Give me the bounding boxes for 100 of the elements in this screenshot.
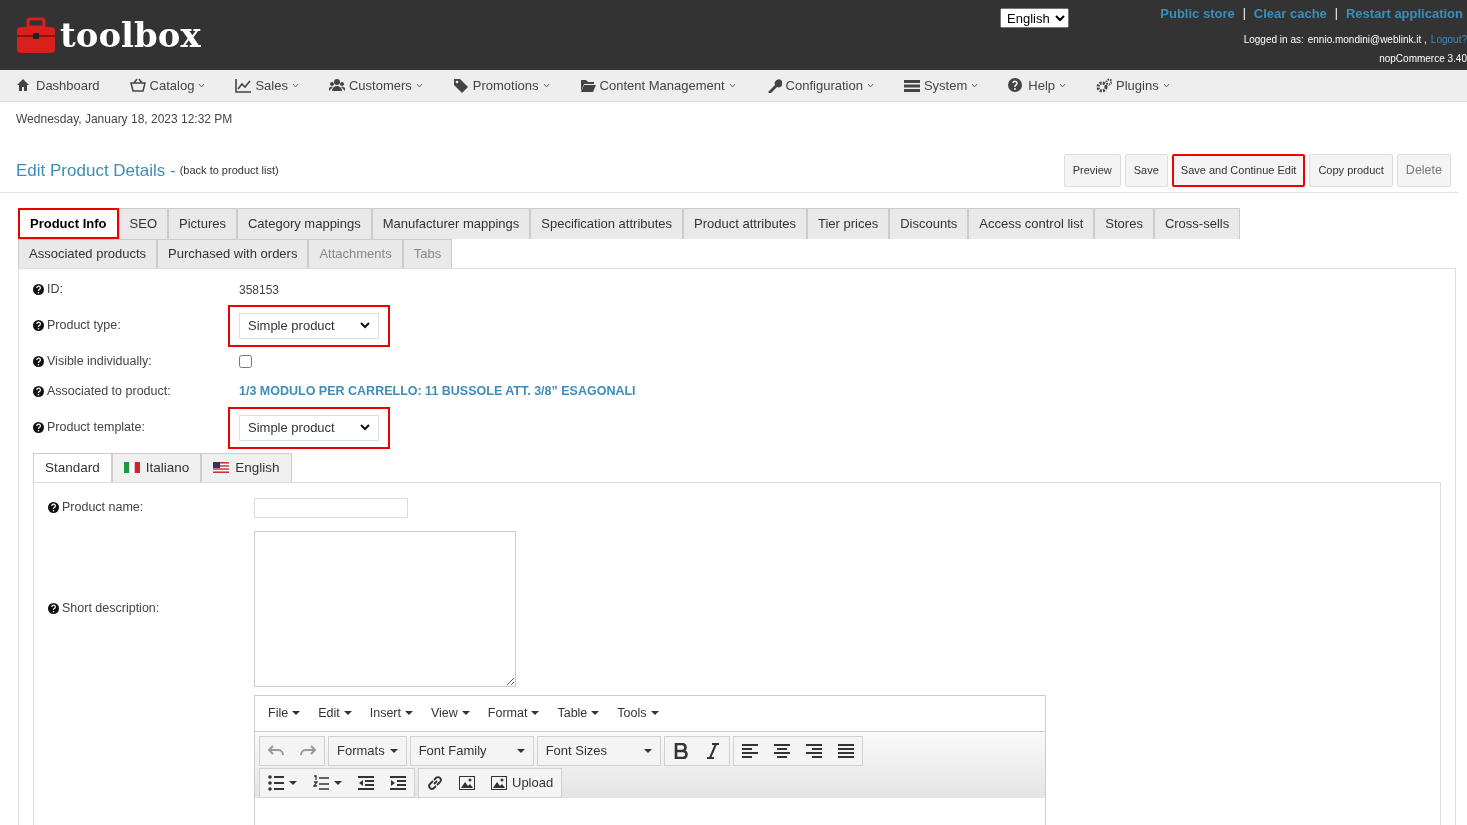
menu-item[interactable]: System xyxy=(903,75,979,96)
menu-item[interactable]: Catalog xyxy=(129,75,206,96)
tab[interactable]: Access control list xyxy=(968,207,1095,239)
tab[interactable]: Associated products xyxy=(18,239,158,268)
italy-flag-icon xyxy=(123,462,140,474)
help-icon xyxy=(48,502,59,514)
editor-menu[interactable]: Tools xyxy=(608,703,668,723)
tab[interactable]: SEO xyxy=(118,207,168,239)
menu-item[interactable]: Sales xyxy=(235,75,299,96)
select-field[interactable]: Simple product xyxy=(239,414,379,441)
help-icon xyxy=(33,386,44,397)
menu-item[interactable]: Dashboard xyxy=(16,75,100,96)
tags-icon xyxy=(452,78,469,93)
field-label: ID: xyxy=(47,281,63,299)
help-icon xyxy=(33,284,44,295)
logo-text: toolbox xyxy=(60,18,201,52)
text-input[interactable] xyxy=(254,497,408,518)
help-icon xyxy=(33,356,44,367)
chevron-down-icon xyxy=(360,424,370,431)
tab[interactable]: Specification attributes xyxy=(530,207,684,239)
editor-button[interactable]: Font Sizes xyxy=(537,736,660,765)
toolbar-button[interactable]: Save xyxy=(1124,154,1168,187)
product-link[interactable]: 1/3 MODULO PER CARRELLO: 11 BUSSOLE ATT. 3/8” ESAGONALI xyxy=(239,382,636,401)
logout-link[interactable]: Logout? xyxy=(1430,31,1467,47)
date-text: Wednesday, January 18, 2023 12:32 PM xyxy=(15,111,234,128)
menu-item[interactable]: Content Management xyxy=(579,75,736,96)
tab[interactable]: Discounts xyxy=(889,207,969,239)
tab[interactable]: Stores xyxy=(1094,207,1154,239)
tab[interactable]: Tier prices xyxy=(807,207,890,239)
align-left-icon xyxy=(741,742,758,759)
align-right-icon xyxy=(805,742,822,759)
line-chart-icon xyxy=(235,78,252,93)
page-title: Edit Product Details - xyxy=(16,159,176,182)
tab[interactable]: Purchased with orders xyxy=(157,239,309,268)
image-icon xyxy=(491,774,507,791)
image-icon xyxy=(459,774,475,791)
menu-item[interactable]: Configuration xyxy=(765,75,874,96)
link-icon xyxy=(427,774,443,791)
editor-menu[interactable]: Table xyxy=(548,703,609,723)
tab[interactable]: Cross-sells xyxy=(1153,207,1241,239)
indent-icon xyxy=(390,774,406,791)
toolbox-logo-icon xyxy=(16,15,56,55)
logged-in-label: Logged in as: xyxy=(1243,32,1304,47)
field-label: Associated to product: xyxy=(47,383,171,401)
user-email: ennio.mondini@weblink.it , xyxy=(1307,32,1427,47)
editor-menu[interactable]: File xyxy=(259,703,310,723)
toolbar-button[interactable]: Save and Continue Edit xyxy=(1171,154,1306,187)
editor-button[interactable]: Formats xyxy=(329,736,406,765)
bold-icon xyxy=(672,742,689,759)
gears-icon xyxy=(1096,78,1112,93)
language-tab[interactable]: Standard xyxy=(33,452,112,482)
italic-icon xyxy=(704,742,721,759)
header-link[interactable]: Clear cache xyxy=(1253,4,1327,24)
editor-button[interactable]: Font Family xyxy=(410,736,533,765)
tab[interactable]: Product Info xyxy=(18,207,119,239)
editor-menu[interactable]: Edit xyxy=(309,703,361,723)
menu-item[interactable]: Help xyxy=(1008,75,1066,96)
outdent-icon xyxy=(358,774,374,791)
select-field[interactable]: Simple product xyxy=(239,312,379,339)
basket-icon xyxy=(129,78,146,93)
help-icon xyxy=(1008,78,1025,93)
tab[interactable]: Manufacturer mappings xyxy=(371,207,531,239)
toolbar-button[interactable]: Copy product xyxy=(1309,154,1393,187)
field-label: Product template: xyxy=(47,419,145,437)
usa-flag-icon xyxy=(213,462,230,474)
tab[interactable]: Product attributes xyxy=(683,207,807,239)
language-tab[interactable]: Italiano xyxy=(111,452,202,482)
bulleted-list-icon xyxy=(268,774,284,791)
help-icon xyxy=(48,603,59,615)
justify-icon xyxy=(837,742,854,759)
back-link[interactable]: (back to product list) xyxy=(179,162,279,179)
field-value: 358153 xyxy=(239,281,280,299)
language-tab[interactable]: English xyxy=(201,452,292,482)
menu-item[interactable]: Plugins xyxy=(1096,75,1170,96)
help-icon xyxy=(33,422,44,433)
textarea-field[interactable] xyxy=(254,530,516,687)
language-select[interactable]: English xyxy=(1000,8,1069,28)
folder-icon xyxy=(579,78,596,93)
menu-item[interactable]: Promotions xyxy=(452,75,550,96)
field-label: Product type: xyxy=(47,317,121,335)
version-text: nopCommerce 3.40 xyxy=(1379,51,1467,66)
editor-menu[interactable]: Format xyxy=(478,703,549,723)
chevron-down-icon xyxy=(360,322,370,329)
numbered-list-icon xyxy=(313,774,329,791)
toolbar-button[interactable]: Preview xyxy=(1063,154,1121,187)
field-label: Short description: xyxy=(62,600,160,618)
separator: | xyxy=(1242,5,1246,22)
align-center-icon xyxy=(773,742,790,759)
server-icon xyxy=(903,78,920,93)
editor-button[interactable]: Upload xyxy=(483,768,562,797)
visible-checkbox[interactable] xyxy=(239,355,252,368)
tab[interactable]: Category mappings xyxy=(237,207,372,239)
help-icon xyxy=(33,320,44,331)
users-icon xyxy=(328,78,345,93)
editor-menu[interactable]: View xyxy=(421,703,479,723)
field-label: Product name: xyxy=(62,499,144,517)
menu-item[interactable]: Customers xyxy=(328,75,423,96)
tab[interactable]: Pictures xyxy=(168,207,237,239)
home-icon xyxy=(16,78,32,93)
editor-menu[interactable]: Insert xyxy=(360,703,422,723)
